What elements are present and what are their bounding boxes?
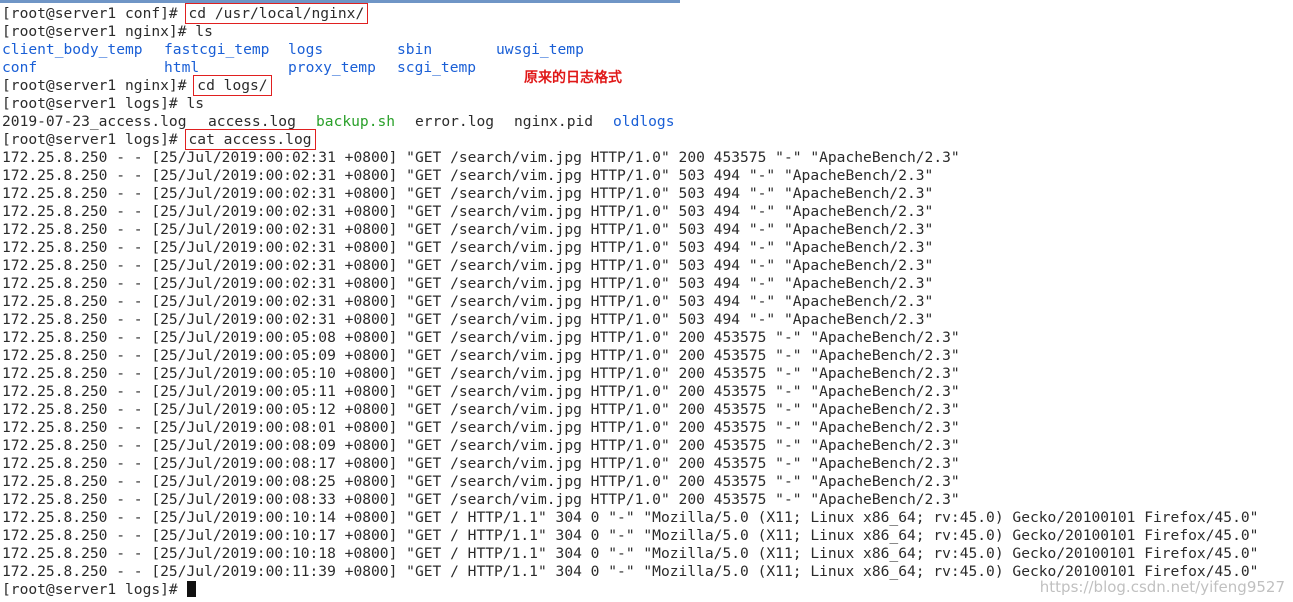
shell-prompt: [root@server1 nginx]#: [2, 77, 196, 94]
log-line: 172.25.8.250 - - [25/Jul/2019:00:02:31 +…: [2, 239, 934, 256]
ls-output-row: client_body_temp fastcgi_temp logs sbin …: [2, 41, 1293, 59]
file-entry: error.log: [415, 113, 495, 130]
log-line: 172.25.8.250 - - [25/Jul/2019:00:10:18 +…: [2, 545, 1259, 562]
shell-prompt: [root@server1 logs]#: [2, 95, 187, 112]
shell-prompt: [root@server1 logs]#: [2, 131, 187, 148]
dir-entry: scgi_temp: [397, 59, 477, 76]
log-line: 172.25.8.250 - - [25/Jul/2019:00:05:09 +…: [2, 347, 960, 364]
ls-logs-output: 2019-07-23_access.log access.log backup.…: [2, 113, 1293, 131]
ls-output-row: conf html proxy_temp scgi_temp: [2, 59, 1293, 77]
shell-prompt: [root@server1 nginx]#: [2, 23, 196, 40]
log-line: 172.25.8.250 - - [25/Jul/2019:00:10:14 +…: [2, 509, 1259, 526]
window-top-border: [0, 0, 1293, 3]
log-line: 172.25.8.250 - - [25/Jul/2019:00:02:31 +…: [2, 257, 934, 274]
log-line: 172.25.8.250 - - [25/Jul/2019:00:02:31 +…: [2, 293, 934, 310]
log-line: 172.25.8.250 - - [25/Jul/2019:00:02:31 +…: [2, 203, 934, 220]
dir-entry: logs: [288, 41, 324, 58]
prompt-line-ls: [root@server1 nginx]# ls: [2, 23, 1293, 41]
log-line: 172.25.8.250 - - [25/Jul/2019:00:02:31 +…: [2, 149, 960, 166]
dir-entry: proxy_temp: [288, 59, 376, 76]
dir-entry: conf: [2, 59, 38, 76]
file-entry: access.log: [208, 113, 296, 130]
log-line: 172.25.8.250 - - [25/Jul/2019:00:08:17 +…: [2, 455, 960, 472]
prompt-line-cd-logs: [root@server1 nginx]# cd logs/: [2, 75, 1293, 96]
shell-prompt: [root@server1 logs]#: [2, 581, 187, 598]
active-tab-indicator: [0, 0, 680, 3]
command-ls: ls: [186, 95, 205, 112]
log-line: 172.25.8.250 - - [25/Jul/2019:00:08:25 +…: [2, 473, 960, 490]
dir-entry: fastcgi_temp: [164, 41, 270, 58]
log-line: 172.25.8.250 - - [25/Jul/2019:00:08:09 +…: [2, 437, 960, 454]
log-line: 172.25.8.250 - - [25/Jul/2019:00:05:12 +…: [2, 401, 960, 418]
dir-entry: oldlogs: [613, 113, 675, 130]
command-ls: ls: [195, 23, 213, 40]
log-line: 172.25.8.250 - - [25/Jul/2019:00:10:17 +…: [2, 527, 1259, 544]
log-line: 172.25.8.250 - - [25/Jul/2019:00:08:01 +…: [2, 419, 960, 436]
prompt-line-ls-logs: [root@server1 logs]# ls: [2, 95, 1293, 113]
log-line: 172.25.8.250 - - [25/Jul/2019:00:02:31 +…: [2, 311, 934, 328]
executable-entry: backup.sh: [316, 113, 396, 130]
log-line: 172.25.8.250 - - [25/Jul/2019:00:05:11 +…: [2, 383, 960, 400]
log-line: 172.25.8.250 - - [25/Jul/2019:00:02:31 +…: [2, 221, 934, 238]
watermark: https://blog.csdn.net/yifeng9527: [1039, 578, 1285, 596]
access-log-output: 172.25.8.250 - - [25/Jul/2019:00:02:31 +…: [2, 149, 1293, 581]
command-cd-logs: cd logs/: [193, 75, 272, 96]
annotation-original-log-format: 原来的日志格式: [524, 70, 622, 86]
prompt-line-cat: [root@server1 logs]# cat access.log: [2, 129, 1293, 150]
command-cat-access-log: cat access.log: [184, 129, 316, 150]
shell-prompt: [root@server1 conf]#: [2, 5, 187, 22]
log-line: 172.25.8.250 - - [25/Jul/2019:00:05:08 +…: [2, 329, 960, 346]
dir-entry: html: [164, 59, 200, 76]
terminal-output[interactable]: [root@server1 conf]# cd /usr/local/nginx…: [2, 3, 1293, 599]
log-line: 172.25.8.250 - - [25/Jul/2019:00:02:31 +…: [2, 167, 934, 184]
log-line: 172.25.8.250 - - [25/Jul/2019:00:02:31 +…: [2, 275, 934, 292]
command-cd-nginx: cd /usr/local/nginx/: [184, 3, 369, 24]
file-entry: nginx.pid: [514, 113, 594, 130]
dir-entry: uwsgi_temp: [496, 41, 584, 58]
dir-entry: sbin: [397, 41, 433, 58]
log-line: 172.25.8.250 - - [25/Jul/2019:00:05:10 +…: [2, 365, 960, 382]
log-line: 172.25.8.250 - - [25/Jul/2019:00:02:31 +…: [2, 185, 934, 202]
log-line: 172.25.8.250 - - [25/Jul/2019:00:08:33 +…: [2, 491, 960, 508]
file-entry: 2019-07-23_access.log: [2, 113, 187, 130]
prompt-line-cd-nginx: [root@server1 conf]# cd /usr/local/nginx…: [2, 3, 1293, 24]
text-cursor[interactable]: [186, 581, 196, 597]
dir-entry: client_body_temp: [2, 41, 143, 58]
